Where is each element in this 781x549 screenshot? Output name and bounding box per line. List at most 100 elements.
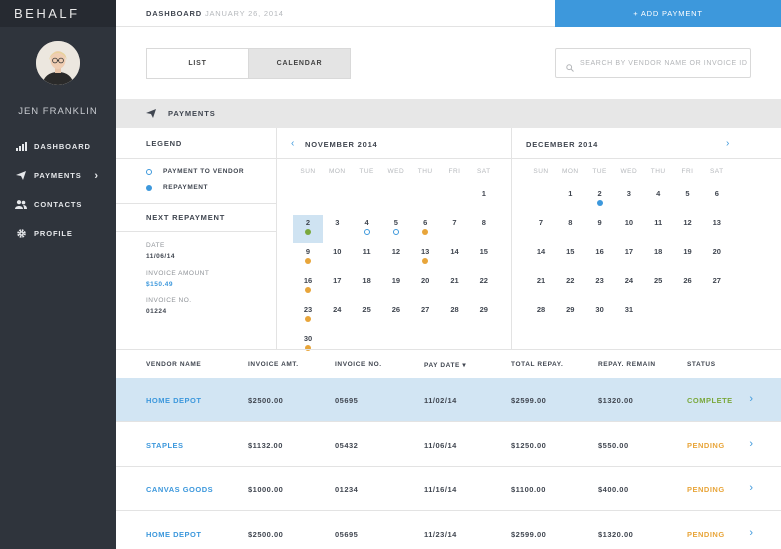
column-header[interactable]: PAY DATE ▾ (424, 361, 466, 369)
calendar-day[interactable]: 24 (322, 302, 352, 330)
column-header[interactable]: INVOICE AMT. (248, 361, 299, 368)
add-payment-button[interactable]: + ADD PAYMENT (555, 0, 781, 27)
calendar-day[interactable]: 13 (410, 244, 440, 272)
calendar-day[interactable]: 21 (440, 273, 470, 301)
calendar-day[interactable]: 20 (702, 244, 732, 272)
table-row[interactable]: HOME DEPOT $2500.00 05695 11/23/14 $2599.00 $… (116, 512, 781, 549)
invoice-amount-value[interactable]: $150.49 (146, 281, 173, 288)
day-number: 3 (626, 189, 631, 198)
calendar-day[interactable]: 24 (614, 273, 644, 301)
calendar-day[interactable]: 21 (526, 273, 556, 301)
search-input[interactable] (580, 49, 748, 77)
calendar-day[interactable]: 9 (293, 244, 323, 272)
column-header[interactable]: INVOICE NO. (335, 361, 382, 368)
calendar-day[interactable]: 19 (381, 273, 411, 301)
calendar-day[interactable]: 20 (410, 273, 440, 301)
calendar-day[interactable]: 27 (410, 302, 440, 330)
calendar-day[interactable]: 6 (702, 186, 732, 214)
calendar-day[interactable]: 14 (526, 244, 556, 272)
sidebar-item-dashboard[interactable]: DASHBOARD (0, 132, 116, 161)
calendar-day[interactable]: 18 (352, 273, 382, 301)
calendar-day[interactable]: 5 (673, 186, 703, 214)
cell-vendor[interactable]: STAPLES (146, 441, 184, 450)
calendar-day[interactable]: 18 (643, 244, 673, 272)
calendar-day[interactable]: 23 (293, 302, 323, 330)
day-number: 22 (479, 276, 488, 285)
calendar-day[interactable]: 26 (381, 302, 411, 330)
calendar-day[interactable]: 12 (673, 215, 703, 243)
column-header[interactable]: VENDOR NAME (146, 361, 201, 368)
cell-vendor[interactable]: HOME DEPOT (146, 396, 201, 405)
calendar-day[interactable]: 1 (469, 186, 499, 214)
calendar-day[interactable]: 15 (469, 244, 499, 272)
calendar-day[interactable]: 6 (410, 215, 440, 243)
calendar-day[interactable]: 22 (469, 273, 499, 301)
calendar-day[interactable]: 28 (440, 302, 470, 330)
calendar-day[interactable]: 22 (555, 273, 585, 301)
table-row[interactable]: HOME DEPOT $2500.00 05695 11/02/14 $2599.00 $… (116, 378, 781, 422)
calendar-day[interactable]: 9 (585, 215, 615, 243)
chevron-right-icon[interactable]: › (749, 482, 753, 494)
avatar[interactable] (36, 41, 80, 85)
calendar-day[interactable]: 10 (322, 244, 352, 272)
calendar-day[interactable]: 17 (614, 244, 644, 272)
table-row[interactable]: CANVAS GOODS $1000.00 01234 11/16/14 $1100.0… (116, 467, 781, 511)
calendar-day[interactable]: 12 (381, 244, 411, 272)
calendar-day[interactable]: 5 (381, 215, 411, 243)
calendar-day[interactable]: 14 (440, 244, 470, 272)
calendar-day[interactable]: 27 (702, 273, 732, 301)
calendar-day[interactable]: 10 (614, 215, 644, 243)
prev-month-icon[interactable]: ‹ (291, 138, 294, 149)
calendar-day[interactable]: 26 (673, 273, 703, 301)
cell-vendor[interactable]: HOME DEPOT (146, 530, 201, 539)
calendar-day[interactable]: 25 (643, 273, 673, 301)
chevron-right-icon[interactable]: › (749, 527, 753, 539)
calendar-day[interactable]: 2 (293, 215, 323, 243)
calendar-day[interactable]: 25 (352, 302, 382, 330)
column-header[interactable]: STATUS (687, 361, 716, 368)
calendar-day[interactable]: 11 (352, 244, 382, 272)
calendar-day[interactable]: 13 (702, 215, 732, 243)
calendar-day[interactable]: 29 (555, 302, 585, 330)
calendar-day[interactable]: 11 (643, 215, 673, 243)
sidebar-item-label: PROFILE (34, 229, 73, 238)
day-number: 15 (566, 247, 575, 256)
calendar-day[interactable]: 4 (352, 215, 382, 243)
next-month-icon[interactable]: › (726, 138, 729, 149)
calendar-day[interactable]: 19 (673, 244, 703, 272)
calendar-day[interactable]: 16 (293, 273, 323, 301)
calendar-day[interactable]: 23 (585, 273, 615, 301)
calendar-day[interactable]: 7 (526, 215, 556, 243)
chevron-right-icon[interactable]: › (749, 438, 753, 450)
calendar-day[interactable]: 7 (440, 215, 470, 243)
calendar-day[interactable]: 8 (469, 215, 499, 243)
calendar-day[interactable]: 31 (614, 302, 644, 330)
calendar-day[interactable]: 2 (585, 186, 615, 214)
search-icon (566, 59, 574, 77)
table-row[interactable]: STAPLES $1132.00 05432 11/06/14 $1250.00 $550… (116, 423, 781, 467)
sidebar-item-profile[interactable]: PROFILE (0, 219, 116, 248)
calendar-day[interactable]: 16 (585, 244, 615, 272)
calendar-day[interactable]: 29 (469, 302, 499, 330)
column-header[interactable]: REPAY. REMAIN (598, 361, 656, 368)
calendar-day[interactable]: 4 (643, 186, 673, 214)
calendar-day[interactable]: 17 (322, 273, 352, 301)
calendar-day[interactable]: 15 (555, 244, 585, 272)
day-number: 16 (595, 247, 604, 256)
sidebar-item-payments[interactable]: PAYMENTS › (0, 161, 116, 190)
column-header[interactable]: TOTAL REPAY. (511, 361, 563, 368)
calendar-view-button[interactable]: CALENDAR (248, 49, 350, 78)
calendar-day[interactable]: 30 (585, 302, 615, 330)
brand-logo[interactable]: BEHALF (14, 6, 80, 21)
day-number: 8 (481, 218, 486, 227)
day-number: 16 (303, 276, 313, 285)
sidebar-item-contacts[interactable]: CONTACTS (0, 190, 116, 219)
list-view-button[interactable]: LIST (147, 49, 248, 78)
cell-vendor[interactable]: CANVAS GOODS (146, 485, 213, 494)
calendar-day[interactable]: 3 (322, 215, 352, 243)
chevron-right-icon[interactable]: › (749, 393, 753, 405)
calendar-day[interactable]: 3 (614, 186, 644, 214)
calendar-day[interactable]: 1 (555, 186, 585, 214)
calendar-day[interactable]: 28 (526, 302, 556, 330)
calendar-day[interactable]: 8 (555, 215, 585, 243)
